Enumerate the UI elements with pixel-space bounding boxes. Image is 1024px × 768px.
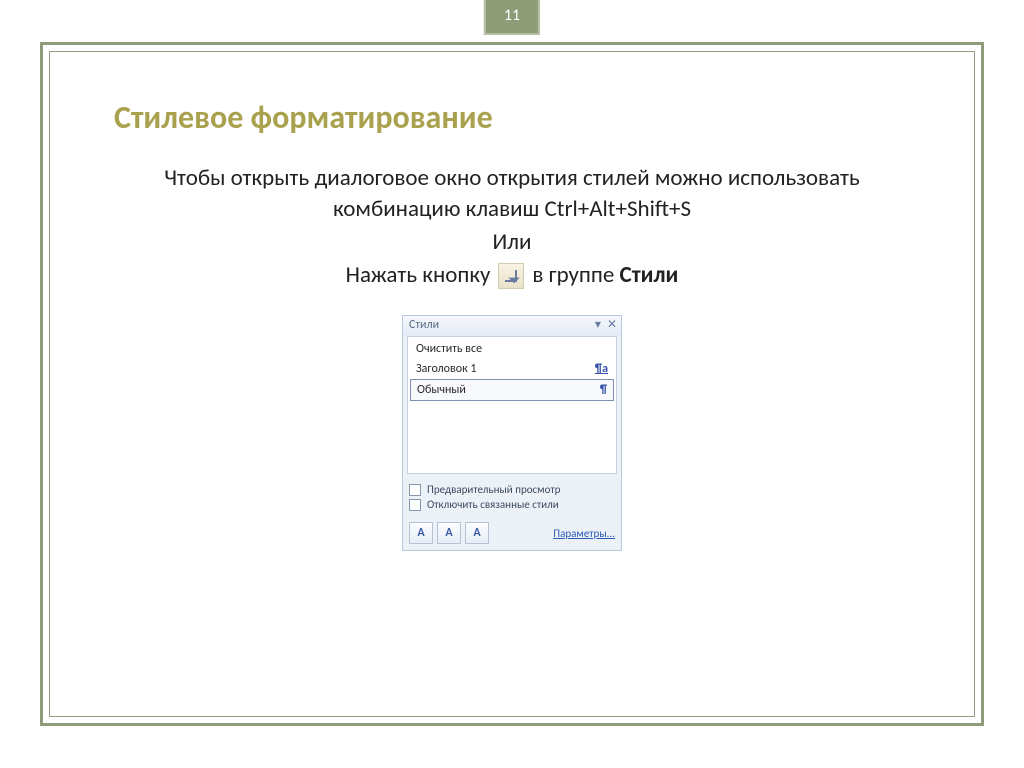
page-title: Стилевое форматирование: [114, 98, 944, 137]
paragraph-mark-icon: ¶a: [595, 362, 608, 376]
style-row-label: Очистить все: [416, 342, 482, 356]
pane-menu-icon[interactable]: ▾: [595, 319, 601, 331]
disable-linked-styles-label: Отключить связанные стили: [427, 498, 559, 511]
body-line-3: Нажать кнопку в группе Стили: [137, 260, 887, 291]
preview-checkbox-label: Предварительный просмотр: [427, 483, 560, 496]
styles-pane-header: Стили ▾ ✕: [403, 316, 621, 336]
paragraph-mark-icon: ¶: [600, 383, 607, 397]
style-inspector-button[interactable]: A: [437, 522, 461, 544]
styles-pane-options: Предварительный просмотр Отключить связа…: [403, 474, 621, 518]
disable-linked-styles-checkbox-row[interactable]: Отключить связанные стили: [409, 497, 615, 512]
body-line-3-after: в группе Стили: [532, 260, 678, 291]
dialog-launcher-icon: [505, 270, 517, 282]
close-icon[interactable]: ✕: [607, 319, 617, 331]
styles-pane: Стили ▾ ✕ Очистить все Заголовок 1 ¶a Об…: [402, 315, 622, 551]
styles-pane-footer: A A A Параметры...: [403, 518, 621, 550]
page-number-badge: 11: [484, 0, 540, 35]
preview-checkbox-row[interactable]: Предварительный просмотр: [409, 482, 615, 497]
styles-footer-buttons: A A A: [409, 522, 489, 544]
slide-outer-frame: Стилевое форматирование Чтобы открыть ди…: [40, 42, 984, 726]
body-line-3-before: Нажать кнопку: [346, 260, 491, 291]
body-line-3-after-bold: Стили: [620, 261, 679, 289]
styles-list: Очистить все Заголовок 1 ¶a Обычный ¶: [407, 336, 617, 474]
style-row-normal[interactable]: Обычный ¶: [410, 379, 614, 401]
style-row-label: Обычный: [417, 383, 466, 397]
options-link[interactable]: Параметры...: [553, 527, 615, 540]
body-line-1: Чтобы открыть диалоговое окно открытия с…: [137, 163, 887, 225]
body-line-2: Или: [137, 227, 887, 258]
dialog-launcher-button[interactable]: [498, 263, 524, 289]
slide-inner-frame: Стилевое форматирование Чтобы открыть ди…: [49, 51, 975, 717]
checkbox-icon: [409, 499, 421, 511]
body-text: Чтобы открыть диалоговое окно открытия с…: [137, 163, 887, 291]
style-row-heading-1[interactable]: Заголовок 1 ¶a: [410, 359, 614, 379]
checkbox-icon: [409, 484, 421, 496]
style-row-label: Заголовок 1: [416, 362, 476, 376]
body-line-3-after-prefix: в группе: [532, 261, 619, 289]
style-row-clear-all[interactable]: Очистить все: [410, 339, 614, 359]
manage-styles-button[interactable]: A: [465, 522, 489, 544]
styles-pane-title: Стили: [409, 318, 439, 332]
new-style-button[interactable]: A: [409, 522, 433, 544]
